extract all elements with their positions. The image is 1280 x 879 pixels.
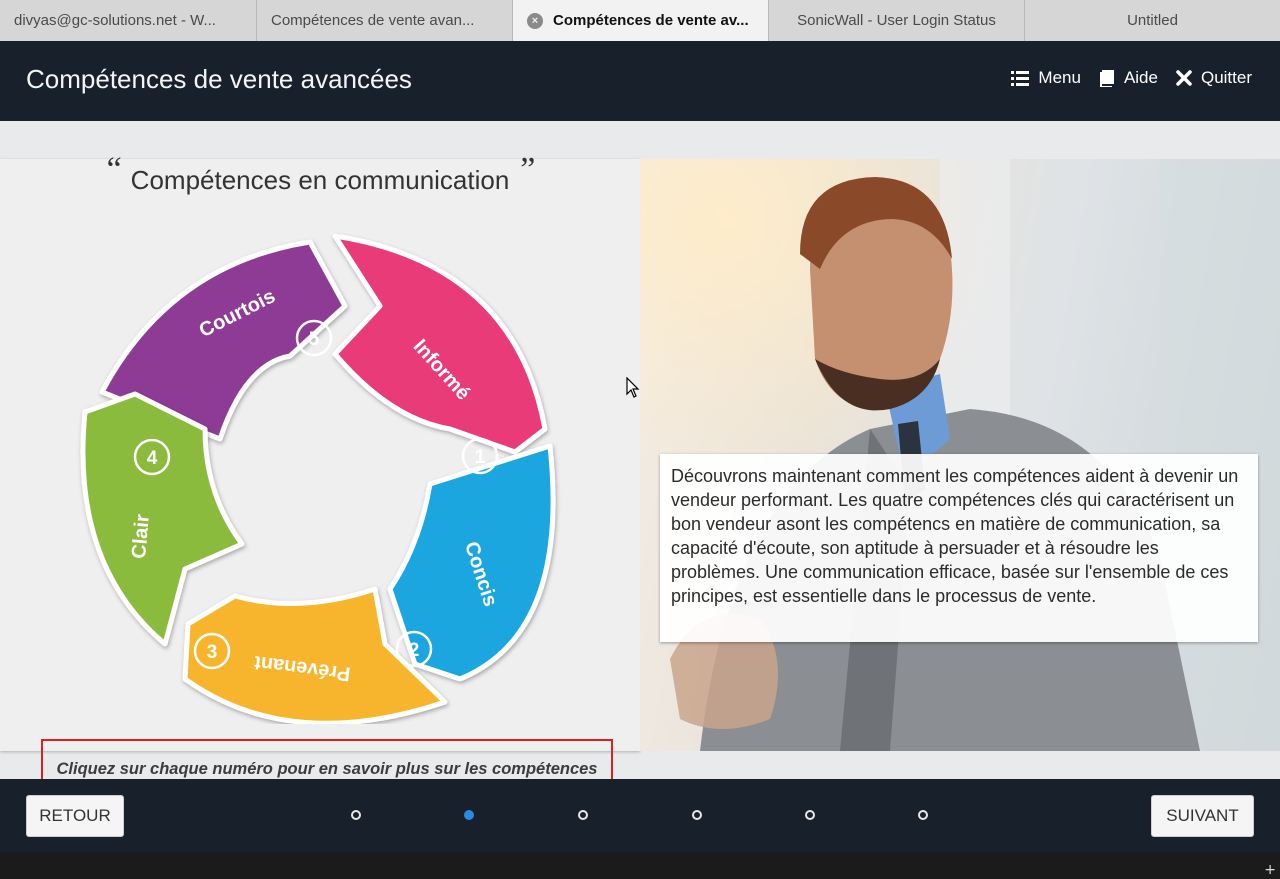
tab-label: Compétences de vente av... — [553, 12, 749, 29]
page-dot-5[interactable] — [805, 810, 815, 820]
menu-label: Menu — [1038, 68, 1081, 87]
header-actions: Menu Aide Quitter — [1011, 68, 1252, 88]
page-dot-3[interactable] — [578, 810, 588, 820]
tab-label: divyas@gc-solutions.net - W... — [14, 12, 216, 29]
browser-tab-bar: divyas@gc-solutions.net - W... Compétenc… — [0, 0, 1280, 42]
salesman-photo: Découvrons maintenant comment les compét… — [640, 159, 1280, 751]
segment-label-clair: Clair — [128, 513, 154, 559]
browser-tab-course-1[interactable]: Compétences de vente avan... — [257, 0, 513, 41]
slide-navigation: RETOUR SUIVANT — [0, 779, 1280, 852]
description-card: Découvrons maintenant comment les compét… — [660, 454, 1258, 642]
quit-button[interactable]: Quitter — [1176, 68, 1252, 88]
help-label: Aide — [1123, 68, 1158, 87]
course-title: Compétences de vente avancées — [26, 64, 412, 94]
tab-label: Compétences de vente avan... — [271, 12, 475, 29]
next-button[interactable]: SUIVANT — [1151, 795, 1254, 837]
number-badge-1-text: 1 — [475, 447, 486, 468]
quote-close-icon: ” — [520, 151, 536, 188]
browser-tab-email[interactable]: divyas@gc-solutions.net - W... — [0, 0, 257, 41]
bottom-strip: + — [0, 852, 1280, 879]
communication-panel: “ Compétences en communication ” Courtoi… — [0, 151, 640, 811]
quote-open-icon: “ — [106, 151, 122, 188]
page-dot-2[interactable] — [464, 810, 474, 820]
communication-wheel: Courtois Informé Concis Prévenant Clair … — [80, 233, 556, 724]
number-badge-4-text: 4 — [147, 448, 158, 469]
quit-label: Quitter — [1200, 68, 1252, 87]
number-badge-5-text: 5 — [309, 329, 320, 350]
number-badge-3-text: 3 — [207, 642, 218, 663]
tab-close-icon[interactable]: × — [527, 12, 543, 29]
slide-stage: “ Compétences en communication ” Courtoi… — [0, 121, 1280, 811]
page-dot-4[interactable] — [692, 810, 702, 820]
page-dot-1[interactable] — [351, 810, 361, 820]
menu-button[interactable]: Menu — [1011, 68, 1081, 88]
segment-informe[interactable] — [332, 233, 548, 455]
list-icon — [1011, 70, 1030, 86]
app-header: Compétences de vente avancées Menu Aide … — [0, 41, 1280, 121]
help-button[interactable]: Aide — [1099, 68, 1158, 88]
mouse-cursor-icon — [626, 377, 640, 398]
book-icon — [1099, 69, 1114, 87]
heading-wrap: “ Compétences en communication ” — [0, 151, 640, 195]
number-badge-1[interactable]: 1 — [461, 437, 499, 475]
plus-icon[interactable]: + — [1264, 862, 1276, 878]
back-button[interactable]: RETOUR — [26, 795, 124, 837]
page-dot-6[interactable] — [918, 810, 928, 820]
slide-heading-text: Compétences en communication — [130, 165, 510, 195]
slide-heading: “ Compétences en communication ” — [107, 151, 536, 195]
browser-tab-untitled[interactable]: Untitled — [1025, 0, 1280, 41]
browser-tab-course-active[interactable]: × Compétences de vente av... — [513, 0, 769, 41]
browser-tab-sonicwall[interactable]: SonicWall - User Login Status — [769, 0, 1025, 41]
close-icon — [1176, 70, 1192, 86]
tab-label: SonicWall - User Login Status — [797, 12, 996, 29]
number-badge-2-text: 2 — [409, 640, 420, 661]
description-text: Découvrons maintenant comment les compét… — [671, 466, 1239, 606]
tab-label: Untitled — [1127, 12, 1178, 29]
